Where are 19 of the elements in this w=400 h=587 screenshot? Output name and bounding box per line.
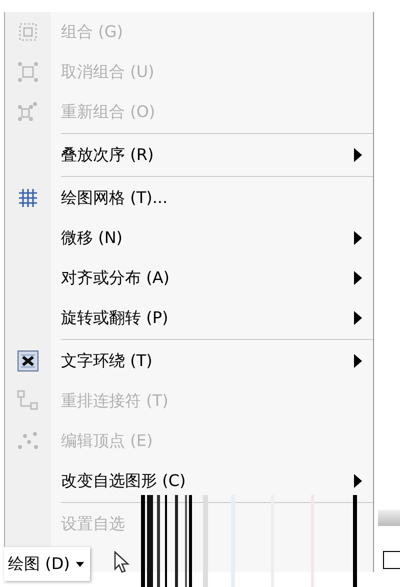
toolbar-fragment bbox=[378, 510, 400, 526]
caret-icon bbox=[76, 562, 84, 566]
draw-menu-button[interactable]: 绘图 (D) bbox=[4, 547, 90, 581]
menu-item-label[interactable]: 叠放次序 (R) bbox=[51, 144, 343, 166]
connector-icon bbox=[17, 390, 39, 412]
menu-item-label[interactable]: 对齐或分布 (A) bbox=[51, 268, 343, 288]
grid-icon bbox=[17, 187, 39, 209]
menu-item-label[interactable]: 改变自选图形 (C) bbox=[51, 470, 343, 492]
menu-item-label[interactable]: 微移 (N) bbox=[51, 228, 343, 248]
text-wrap-icon bbox=[17, 350, 39, 372]
regroup-icon bbox=[17, 101, 39, 123]
menu-item-label[interactable]: 绘图网格 (T)... bbox=[51, 188, 343, 208]
ungroup-icon bbox=[17, 61, 39, 83]
group-icon bbox=[17, 21, 39, 43]
select-cursor-icon[interactable] bbox=[114, 551, 130, 573]
edit-points-icon bbox=[17, 430, 39, 452]
square-icon[interactable] bbox=[383, 551, 400, 569]
menu-item-label[interactable]: 文字环绕 (T) bbox=[51, 350, 343, 372]
menu-item-label[interactable]: 旋转或翻转 (P) bbox=[51, 308, 343, 328]
